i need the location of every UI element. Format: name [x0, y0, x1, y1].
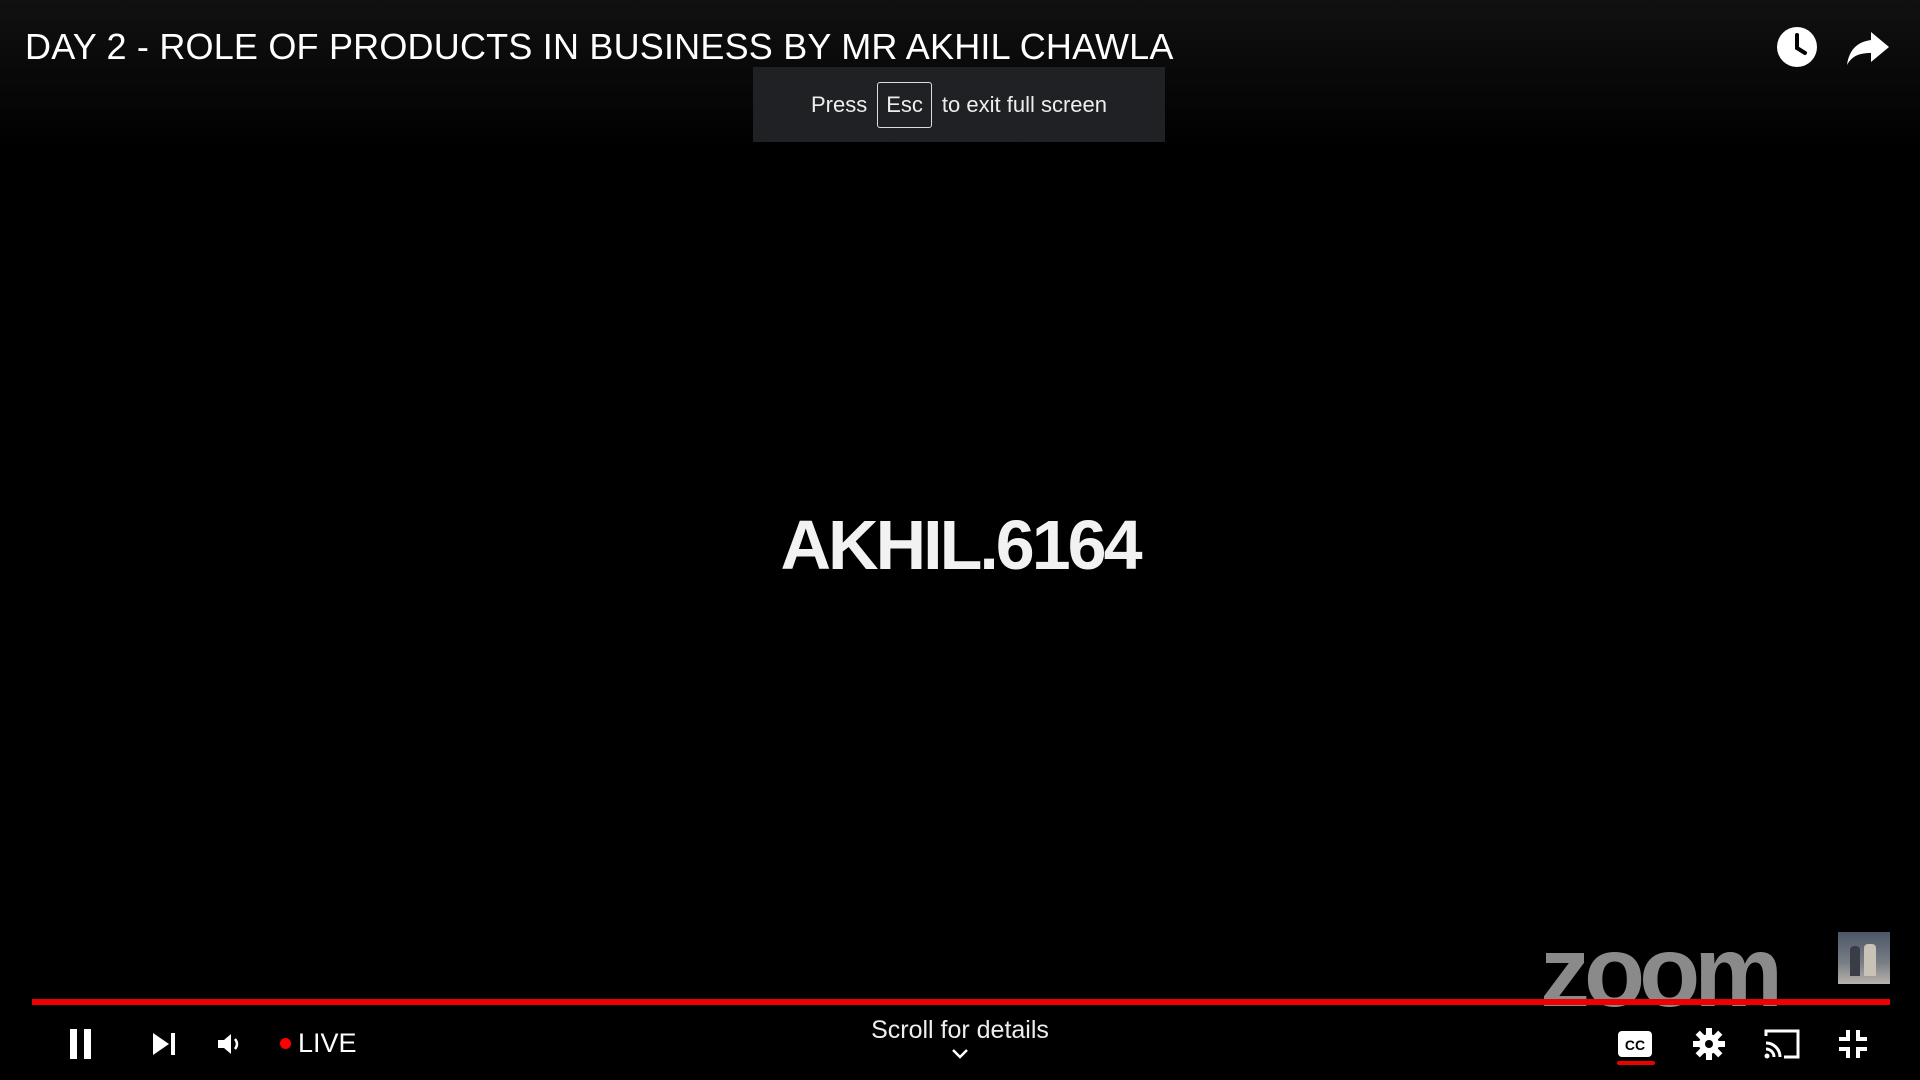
- pause-icon: [70, 1029, 91, 1059]
- watch-later-button[interactable]: [1772, 22, 1822, 72]
- cast-icon: [1764, 1029, 1800, 1059]
- scroll-label: Scroll for details: [871, 1016, 1049, 1044]
- toast-suffix: to exit full screen: [941, 91, 1107, 117]
- esc-key: Esc: [877, 81, 932, 128]
- pause-button[interactable]: [55, 1016, 105, 1072]
- clock-icon: [1777, 27, 1817, 67]
- svg-text:CC: CC: [1625, 1037, 1645, 1053]
- exit-fullscreen-icon: [1839, 1030, 1867, 1058]
- live-dot: [280, 1038, 291, 1049]
- video-watermark: AKHIL.6164: [780, 506, 1142, 584]
- cc-icon: CC: [1618, 1031, 1652, 1057]
- video-title[interactable]: DAY 2 - ROLE OF PRODUCTS IN BUSINESS BY …: [25, 26, 1174, 68]
- share-button[interactable]: [1843, 22, 1893, 72]
- settings-button[interactable]: [1686, 1016, 1732, 1072]
- next-button[interactable]: [140, 1016, 185, 1072]
- scroll-for-details[interactable]: Scroll for details: [820, 1016, 1100, 1061]
- share-arrow-icon: [1847, 32, 1889, 65]
- fullscreen-toast: Press Esc to exit full screen: [753, 67, 1165, 142]
- gear-icon: [1693, 1028, 1725, 1060]
- chevron-down-icon: [952, 1049, 968, 1059]
- exit-fullscreen-button[interactable]: [1830, 1016, 1876, 1072]
- volume-icon: [218, 1034, 239, 1054]
- toast-prefix: Press: [810, 91, 868, 117]
- speaker-thumbnail: [1838, 932, 1890, 984]
- live-label: LIVE: [298, 1028, 357, 1058]
- cast-button[interactable]: [1758, 1016, 1806, 1072]
- skip-next-icon: [152, 1033, 175, 1055]
- zoom-logo: zoom: [1540, 916, 1783, 1028]
- progress-bar[interactable]: [32, 999, 1890, 1005]
- video-player[interactable]: DAY 2 - ROLE OF PRODUCTS IN BUSINESS BY …: [0, 0, 1920, 1080]
- volume-button[interactable]: [210, 1016, 250, 1072]
- captions-active-underline: [1617, 1061, 1655, 1065]
- live-indicator[interactable]: LIVE: [280, 1028, 357, 1059]
